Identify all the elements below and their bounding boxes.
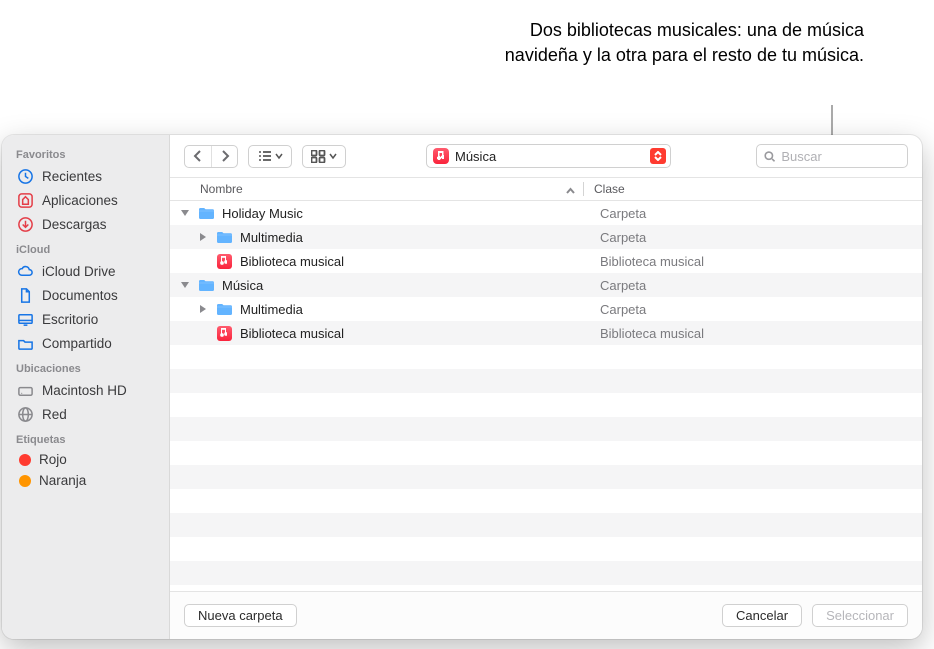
sidebar-item-label: Compartido <box>42 336 112 351</box>
sidebar-item-label: Rojo <box>39 452 67 467</box>
cloud-icon <box>16 262 34 280</box>
file-row[interactable]: Multimedia Carpeta <box>170 297 922 321</box>
select-button[interactable]: Seleccionar <box>812 604 908 627</box>
cancel-button[interactable]: Cancelar <box>722 604 802 627</box>
sidebar-item-label: Red <box>42 407 67 422</box>
file-row[interactable]: Multimedia Carpeta <box>170 225 922 249</box>
sidebar-item-label: Descargas <box>42 217 107 232</box>
file-row[interactable]: Música Carpeta <box>170 273 922 297</box>
sidebar-item[interactable]: Documentos <box>2 283 169 307</box>
disclosure-triangle-icon <box>196 254 210 268</box>
disclosure-triangle-icon <box>196 326 210 340</box>
nav-back-button[interactable] <box>185 146 211 167</box>
globe-icon <box>16 405 34 423</box>
folder-icon <box>197 206 215 220</box>
folder-icon <box>197 278 215 292</box>
music-library-icon <box>215 254 233 269</box>
file-name: Multimedia <box>240 302 303 317</box>
file-kind: Biblioteca musical <box>600 326 704 341</box>
sidebar-item[interactable]: Compartido <box>2 331 169 355</box>
chevron-down-icon <box>275 152 283 160</box>
sidebar-item[interactable]: Red <box>2 402 169 426</box>
sidebar-item[interactable]: Descargas <box>2 212 169 236</box>
column-header-name-label: Nombre <box>200 182 243 196</box>
nav-back-forward <box>184 145 238 168</box>
file-kind: Carpeta <box>600 302 646 317</box>
search-field[interactable] <box>756 144 908 168</box>
file-open-dialog: Favoritos Recientes Aplicaciones Descargas i… <box>2 135 922 639</box>
sidebar-item[interactable]: Naranja <box>2 470 169 491</box>
toolbar: Música <box>170 135 922 178</box>
disclosure-triangle-icon[interactable] <box>178 206 192 220</box>
file-kind: Biblioteca musical <box>600 254 704 269</box>
list-icon <box>258 149 272 163</box>
disclosure-triangle-icon[interactable] <box>178 278 192 292</box>
sidebar-section-title: Ubicaciones <box>2 355 169 378</box>
tag-dot-icon <box>19 454 31 466</box>
help-annotation: Dos bibliotecas musicales: una de música… <box>464 18 864 68</box>
chevron-down-icon <box>329 152 337 160</box>
music-library-icon <box>215 326 233 341</box>
sidebar-item-label: Escritorio <box>42 312 98 327</box>
clock-icon <box>16 167 34 185</box>
column-header-name[interactable]: Nombre <box>200 182 583 196</box>
file-name: Música <box>222 278 263 293</box>
sidebar-item[interactable]: iCloud Drive <box>2 259 169 283</box>
file-kind: Carpeta <box>600 278 646 293</box>
file-row[interactable]: Holiday Music Carpeta <box>170 201 922 225</box>
file-row[interactable]: Biblioteca musical Biblioteca musical <box>170 249 922 273</box>
apps-icon <box>16 191 34 209</box>
file-list: Holiday Music Carpeta Multimedia Carpeta Bib… <box>170 201 922 591</box>
path-label: Música <box>455 149 496 164</box>
file-kind: Carpeta <box>600 206 646 221</box>
column-headers: Nombre Clase <box>170 178 922 201</box>
view-mode-button[interactable] <box>248 145 292 168</box>
file-name: Biblioteca musical <box>240 326 344 341</box>
sidebar: Favoritos Recientes Aplicaciones Descargas i… <box>2 135 170 639</box>
group-by-button[interactable] <box>302 145 346 168</box>
document-icon <box>16 286 34 304</box>
sidebar-item-label: Documentos <box>42 288 118 303</box>
sidebar-section-title: Etiquetas <box>2 426 169 449</box>
sidebar-item[interactable]: Aplicaciones <box>2 188 169 212</box>
folder-icon <box>215 302 233 316</box>
file-row[interactable]: Biblioteca musical Biblioteca musical <box>170 321 922 345</box>
music-app-icon <box>433 148 449 164</box>
column-header-kind[interactable]: Clase <box>584 182 625 196</box>
disclosure-triangle-icon[interactable] <box>196 230 210 244</box>
new-folder-button[interactable]: Nueva carpeta <box>184 604 297 627</box>
search-input[interactable] <box>781 149 900 164</box>
sidebar-item[interactable]: Rojo <box>2 449 169 470</box>
sidebar-item-label: Recientes <box>42 169 102 184</box>
nav-forward-button[interactable] <box>211 146 237 167</box>
sidebar-section-title: Favoritos <box>2 141 169 164</box>
dialog-footer: Nueva carpeta Cancelar Seleccionar <box>170 591 922 639</box>
path-dropdown[interactable]: Música <box>426 144 671 168</box>
sidebar-item-label: iCloud Drive <box>42 264 116 279</box>
file-name: Holiday Music <box>222 206 303 221</box>
tag-dot-icon <box>19 475 31 487</box>
sort-ascending-icon <box>566 185 575 194</box>
disk-icon <box>16 381 34 399</box>
folder-icon <box>215 230 233 244</box>
sidebar-item[interactable]: Recientes <box>2 164 169 188</box>
file-kind: Carpeta <box>600 230 646 245</box>
sidebar-section-title: iCloud <box>2 236 169 259</box>
sidebar-item-label: Macintosh HD <box>42 383 127 398</box>
sidebar-item-label: Naranja <box>39 473 86 488</box>
sidebar-item-label: Aplicaciones <box>42 193 118 208</box>
file-name: Multimedia <box>240 230 303 245</box>
sidebar-item[interactable]: Escritorio <box>2 307 169 331</box>
file-name: Biblioteca musical <box>240 254 344 269</box>
sidebar-item[interactable]: Macintosh HD <box>2 378 169 402</box>
desktop-icon <box>16 310 34 328</box>
search-icon <box>764 150 775 163</box>
dropdown-updown-icon <box>650 148 666 164</box>
main-panel: Música Nombre Clase Holiday Music Carpeta… <box>170 135 922 639</box>
shared-folder-icon <box>16 334 34 352</box>
download-icon <box>16 215 34 233</box>
disclosure-triangle-icon[interactable] <box>196 302 210 316</box>
grid-icon <box>311 150 326 163</box>
